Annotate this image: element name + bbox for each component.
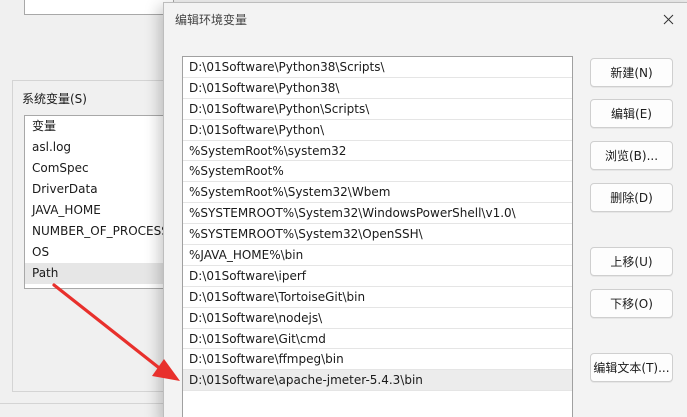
path-entry-row[interactable]: %SYSTEMROOT%\System32\WindowsPowerShell\… [183,203,572,225]
user-variables-list[interactable] [24,0,174,15]
path-entry-row[interactable]: D:\01Software\nodejs\ [183,308,572,329]
system-variable-row[interactable]: DriverData [25,179,169,200]
path-entry-row[interactable]: D:\01Software\apache-jmeter-5.4.3\bin [183,370,572,392]
delete-button[interactable]: 删除(D) [590,183,673,212]
system-variables-label: 系统变量(S) [20,90,89,107]
dialog-title: 编辑环境变量 [175,13,248,27]
system-variable-row[interactable]: OS [25,242,169,263]
system-variable-row[interactable]: Path [25,263,169,284]
path-entry-row[interactable]: D:\01Software\Python\ [183,120,572,141]
close-icon [663,14,673,24]
screen: 系统变量(S) 变量 asl.log ComSpec DriverData JAVA_H… [0,0,687,417]
path-entry-row[interactable]: %SystemRoot%\system32 [183,141,572,162]
close-button[interactable] [658,9,678,29]
system-variable-row[interactable]: ComSpec [25,158,169,179]
path-entry-row[interactable]: %SystemRoot% [183,161,572,183]
path-entry-row[interactable]: D:\01Software\Python38\Scripts\ [183,57,572,78]
path-entry-row[interactable]: %SYSTEMROOT%\System32\OpenSSH\ [183,224,572,246]
path-entry-row[interactable]: D:\01Software\Python\Scripts\ [183,99,572,120]
new-button[interactable]: 新建(N) [590,58,673,87]
path-entry-row[interactable]: D:\01Software\TortoiseGit\bin [183,287,572,308]
edit-button[interactable]: 编辑(E) [590,99,673,128]
path-entry-row[interactable]: %JAVA_HOME%\bin [183,245,572,266]
system-variables-list[interactable]: 变量 asl.log ComSpec DriverData JAVA_HOME NUMBE… [24,115,170,289]
divider [0,403,170,404]
path-entry-row[interactable]: D:\01Software\ffmpeg\bin [183,349,572,371]
edit-environment-variable-dialog: 编辑环境变量 D:\01Software\Python38\Scripts\ D:… [163,2,687,417]
path-entry-row[interactable]: D:\01Software\iperf [183,266,572,287]
system-variable-row[interactable]: NUMBER_OF_PROCESSORS [25,221,169,242]
move-up-button[interactable]: 上移(U) [590,247,673,276]
path-entry-row[interactable]: D:\01Software\Python38\ [183,78,572,99]
path-list[interactable]: D:\01Software\Python38\Scripts\ D:\01Soft… [182,56,573,417]
system-variable-row[interactable]: JAVA_HOME [25,200,169,221]
move-down-button[interactable]: 下移(O) [590,289,673,318]
browse-button[interactable]: 浏览(B)... [590,141,673,170]
system-variable-row[interactable]: asl.log [25,137,169,158]
system-variable-row[interactable]: 变量 [25,116,169,137]
path-entry-row[interactable]: D:\01Software\Git\cmd [183,329,572,350]
path-entry-row[interactable]: %SystemRoot%\System32\Wbem [183,182,572,204]
edit-text-button[interactable]: 编辑文本(T)... [590,353,673,382]
